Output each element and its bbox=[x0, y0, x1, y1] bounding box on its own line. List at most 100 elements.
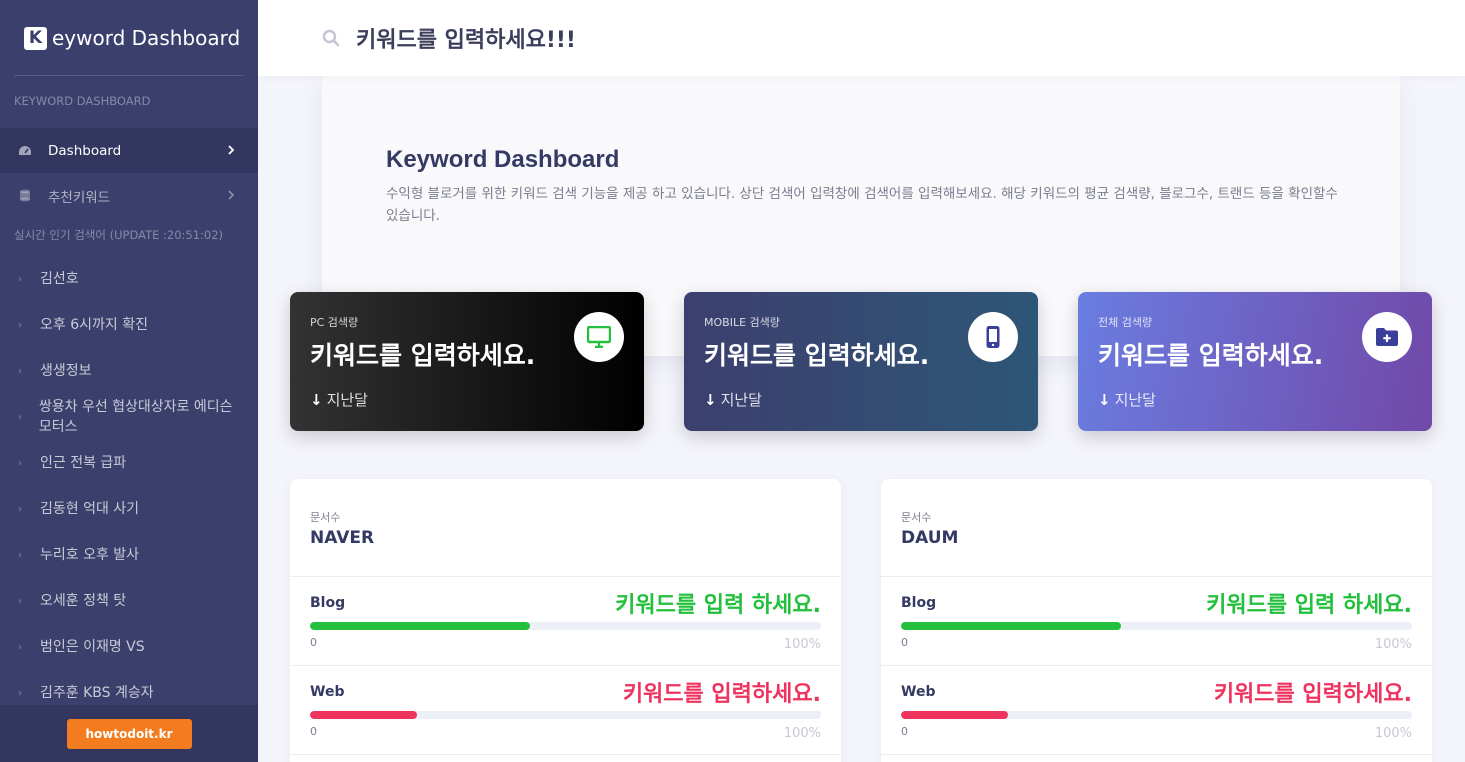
progress-bar bbox=[310, 622, 821, 630]
stat-badge bbox=[968, 312, 1018, 362]
stat-card-mobile: MOBILE 검색량 키워드를 입력하세요. ↓ 지난달 bbox=[684, 292, 1038, 431]
doc-card-header: 문서수 NAVER bbox=[290, 479, 841, 577]
row-max: 100% bbox=[783, 637, 821, 652]
row-value: 키워드를 입력 하세요. bbox=[1206, 593, 1412, 618]
search-input[interactable] bbox=[356, 25, 1056, 51]
trending-label: 누리호 오후 발사 bbox=[40, 547, 140, 563]
sidebar-item-dashboard[interactable]: Dashboard bbox=[0, 128, 258, 173]
doc-card-naver: 문서수 NAVER Blog 키워드를 입력 하세요. 0 100% Web 키… bbox=[290, 479, 841, 762]
doc-card-subtitle: 문서수 bbox=[310, 511, 341, 524]
stat-badge bbox=[1362, 312, 1412, 362]
trending-label: 김주훈 KBS 계승자 bbox=[40, 685, 154, 701]
progress-bar bbox=[901, 622, 1412, 630]
stat-sub: ↓ 지난달 bbox=[704, 389, 762, 410]
brand[interactable]: K eyword Dashboard bbox=[0, 0, 258, 76]
row-max: 100% bbox=[783, 726, 821, 741]
doc-card-header: 문서수 DAUM bbox=[881, 479, 1432, 577]
sidebar-item-label: Dashboard bbox=[48, 142, 122, 159]
howtodoit-button[interactable]: howtodoit.kr bbox=[66, 718, 192, 749]
topbar bbox=[258, 0, 1465, 76]
chevron-right-icon: › bbox=[18, 457, 22, 469]
mobile-icon bbox=[986, 326, 1000, 348]
progress-fill bbox=[310, 622, 530, 630]
trending-item[interactable]: › 생생정보 bbox=[0, 348, 258, 394]
chevron-right-icon: › bbox=[18, 503, 22, 515]
chevron-right-icon: › bbox=[18, 549, 22, 561]
chevron-right-icon bbox=[228, 190, 235, 200]
page-description: 수익형 블로거를 위한 키워드 검색 기능을 제공 하고 있습니다. 상단 검색… bbox=[386, 186, 1338, 224]
doc-card-title: NAVER bbox=[310, 528, 375, 548]
stat-card-total: 전체 검색량 키워드를 입력하세요. ↓ 지난달 bbox=[1078, 292, 1432, 431]
trending-label: 쌍용차 우선 협상대상자로 에디슨모터스 bbox=[38, 399, 233, 435]
page-title: Keyword Dashboard bbox=[386, 146, 620, 173]
arrow-down-icon: ↓ bbox=[704, 390, 717, 409]
realtime-title: 실시간 인기 검색어 (UPDATE :20:51:02) bbox=[14, 228, 224, 242]
gauge-icon bbox=[18, 144, 32, 158]
row-value: 키워드를 입력하세요. bbox=[1213, 682, 1412, 707]
sidebar-item-label: 추천키워드 bbox=[48, 189, 111, 206]
brand-name: eyword Dashboard bbox=[52, 26, 241, 50]
stat-label: PC 검색량 bbox=[310, 316, 359, 329]
row-label: Web bbox=[901, 684, 936, 700]
trending-label: 오후 6시까지 확진 bbox=[40, 317, 148, 333]
chevron-right-icon: › bbox=[18, 411, 22, 423]
sidebar-footer: howtodoit.kr bbox=[0, 705, 258, 762]
stat-sub-label: 지난달 bbox=[1114, 391, 1156, 409]
stat-badge bbox=[574, 312, 624, 362]
chevron-right-icon: › bbox=[18, 273, 22, 285]
trending-item[interactable]: › 쌍용차 우선 협상대상자로 에디슨모터스 bbox=[0, 394, 258, 440]
doc-card-subtitle: 문서수 bbox=[901, 511, 932, 524]
trending-item[interactable]: › 오세훈 정책 탓 bbox=[0, 578, 258, 624]
chevron-right-icon: › bbox=[18, 687, 22, 699]
trending-label: 오세훈 정책 탓 bbox=[40, 593, 127, 609]
sidebar-item-recommended[interactable]: 추천키워드 bbox=[0, 173, 258, 218]
row-max: 100% bbox=[1374, 637, 1412, 652]
progress-fill bbox=[310, 711, 418, 719]
row-label: Blog bbox=[310, 595, 346, 611]
progress-bar bbox=[901, 711, 1412, 719]
database-icon bbox=[18, 189, 32, 203]
folder-plus-icon bbox=[1376, 328, 1398, 346]
arrow-down-icon: ↓ bbox=[1098, 390, 1111, 409]
trending-item[interactable]: › 오후 6시까지 확진 bbox=[0, 302, 258, 348]
stat-value: 키워드를 입력하세요. bbox=[704, 341, 930, 370]
trending-item[interactable]: › 김선호 bbox=[0, 256, 258, 302]
brand-logo: K bbox=[24, 26, 47, 50]
monitor-icon bbox=[587, 326, 611, 348]
row-value: 키워드를 입력하세요. bbox=[622, 682, 821, 707]
stat-label: 전체 검색량 bbox=[1098, 316, 1153, 329]
stat-card-pc: PC 검색량 키워드를 입력하세요. ↓ 지난달 bbox=[290, 292, 644, 431]
doc-card-title: DAUM bbox=[901, 528, 959, 548]
trending-item[interactable]: › 범인은 이재명 VS bbox=[0, 624, 258, 670]
trending-item[interactable]: › 김동현 억대 사기 bbox=[0, 486, 258, 532]
trending-label: 범인은 이재명 VS bbox=[40, 639, 145, 655]
chevron-right-icon: › bbox=[18, 365, 22, 377]
sidebar-section-title: KEYWORD DASHBOARD bbox=[14, 94, 151, 108]
chevron-right-icon: › bbox=[18, 595, 22, 607]
progress-fill bbox=[901, 622, 1121, 630]
row-value: 키워드를 입력 하세요. bbox=[615, 593, 821, 618]
stat-sub-label: 지난달 bbox=[720, 391, 762, 409]
doc-row-web: Web 키워드를 입력하세요. 0 100% bbox=[290, 666, 841, 755]
trending-label: 김동현 억대 사기 bbox=[40, 501, 140, 517]
row-min: 0 bbox=[901, 636, 908, 649]
row-label: Blog bbox=[901, 595, 937, 611]
doc-row-blog: Blog 키워드를 입력 하세요. 0 100% bbox=[881, 577, 1432, 666]
progress-bar bbox=[310, 711, 821, 719]
stat-label: MOBILE 검색량 bbox=[704, 316, 780, 329]
row-min: 0 bbox=[310, 636, 317, 649]
stat-sub: ↓ 지난달 bbox=[310, 389, 368, 410]
arrow-down-icon: ↓ bbox=[310, 390, 323, 409]
stat-sub-label: 지난달 bbox=[326, 391, 368, 409]
trending-item[interactable]: › 인근 전복 급파 bbox=[0, 440, 258, 486]
chevron-right-icon: › bbox=[18, 641, 22, 653]
stat-sub: ↓ 지난달 bbox=[1098, 389, 1156, 410]
doc-row-blog: Blog 키워드를 입력 하세요. 0 100% bbox=[290, 577, 841, 666]
trending-label: 생생정보 bbox=[40, 363, 92, 379]
trending-item[interactable]: › 누리호 오후 발사 bbox=[0, 532, 258, 578]
brand-divider bbox=[14, 75, 244, 76]
trending-label: 인근 전복 급파 bbox=[40, 455, 127, 471]
stat-value: 키워드를 입력하세요. bbox=[310, 341, 536, 370]
chevron-right-icon: › bbox=[18, 319, 22, 331]
row-label: Web bbox=[310, 684, 345, 700]
